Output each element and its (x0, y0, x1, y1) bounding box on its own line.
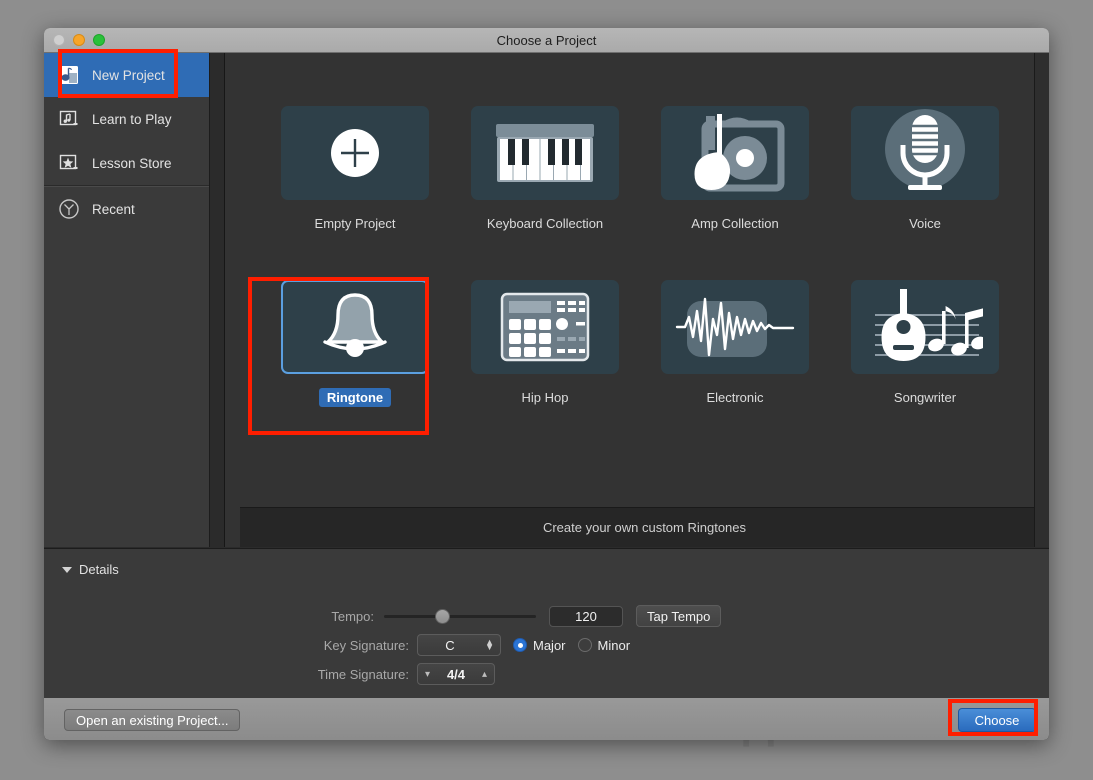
screenshot-root: appleinsider Choose a Project (0, 0, 1093, 780)
tempo-label: Tempo: (331, 608, 374, 624)
tile-thumb[interactable] (471, 280, 619, 374)
window-title: Choose a Project (496, 32, 597, 48)
tile-label: Songwriter (893, 390, 957, 405)
key-signature-row: Key Signature: C ▲ ▼ Major Minor (284, 634, 630, 656)
window-titlebar: Choose a Project (44, 28, 1049, 53)
chevron-updown-icon: ▲▼ (485, 637, 494, 652)
tile-thumb[interactable] (661, 106, 809, 200)
major-label: Major (533, 637, 566, 653)
minor-radio[interactable]: Minor (577, 637, 631, 653)
sidebar-item-learn-to-play[interactable]: Learn to Play (44, 97, 209, 141)
scrollbar-track[interactable] (1035, 53, 1049, 547)
tempo-slider[interactable] (384, 608, 536, 624)
sidebar-item-label: Recent (92, 201, 135, 217)
tile-label: Hip Hop (521, 390, 569, 405)
main-left-gutter (210, 53, 225, 547)
project-tile-grid: Empty Project Keyboard Collection Amp Co… (260, 106, 1020, 407)
chevron-down-icon[interactable]: ▾ (425, 669, 430, 680)
bell-icon (323, 293, 387, 357)
project-tile-empty-project[interactable]: Empty Project (260, 106, 450, 233)
chevron-up-icon[interactable]: ▴ (482, 669, 487, 680)
piano-keys-icon (496, 124, 594, 182)
tile-thumb[interactable] (281, 280, 429, 374)
lesson-store-icon (58, 152, 80, 174)
details-panel: Details Tempo: 120 Tap Tempo Key Signatu… (44, 548, 1049, 726)
choose-button[interactable]: Choose (958, 708, 1036, 732)
tile-label: Amp Collection (691, 216, 779, 231)
new-project-icon (58, 64, 80, 86)
major-radio[interactable]: Major (513, 638, 566, 653)
tile-label: Empty Project (314, 216, 396, 231)
plus-circle-icon (331, 129, 379, 177)
key-signature-select[interactable]: C ▲ ▼ (417, 634, 501, 656)
tile-thumb[interactable] (851, 280, 999, 374)
details-disclosure[interactable]: Details (62, 562, 119, 577)
minor-label: Minor (597, 637, 631, 653)
drum-machine-icon (500, 292, 590, 362)
details-header-label: Details (79, 562, 119, 577)
window-body: New Project Learn to Play Lesson Store R… (44, 53, 1049, 740)
choose-project-window: Choose a Project New Project Learn to Pl… (44, 28, 1049, 740)
tile-thumb[interactable] (851, 106, 999, 200)
key-signature-value: C (445, 637, 455, 653)
time-signature-stepper[interactable]: ▾ 4/4 ▴ (417, 663, 495, 685)
microphone-icon (885, 109, 965, 190)
triangle-down-icon (62, 566, 72, 573)
radio-indicator (577, 638, 592, 652)
sidebar-item-recent[interactable]: Recent (44, 187, 209, 231)
clock-icon (58, 198, 80, 220)
project-description-text: Create your own custom Ringtones (542, 520, 747, 535)
window-bottom-bar: Open an existing Project... Choose (44, 697, 1049, 740)
tile-label: Voice (909, 216, 941, 231)
project-tile-keyboard-collection[interactable]: Keyboard Collection (450, 106, 640, 233)
project-tile-amp-collection[interactable]: Amp Collection (640, 106, 830, 233)
sidebar-item-lesson-store[interactable]: Lesson Store (44, 141, 209, 185)
tile-row-1: Empty Project Keyboard Collection Amp Co… (260, 106, 1020, 233)
tempo-slider-track (384, 614, 536, 618)
sidebar: New Project Learn to Play Lesson Store R… (44, 53, 210, 547)
project-chooser-main: Empty Project Keyboard Collection Amp Co… (210, 53, 1049, 547)
time-signature-value: 4/4 (446, 666, 466, 682)
sidebar-item-new-project[interactable]: New Project (44, 53, 209, 97)
project-tile-ringtone[interactable]: Ringtone (260, 280, 450, 407)
sidebar-item-label: New Project (92, 67, 165, 83)
sidebar-item-label: Learn to Play (92, 111, 172, 127)
tempo-row: Tempo: 120 Tap Tempo (284, 605, 722, 627)
project-tile-songwriter[interactable]: Songwriter (830, 280, 1020, 407)
tile-label: Ringtone (318, 388, 392, 407)
tile-thumb[interactable] (281, 106, 429, 200)
guitar-amp-icon (694, 114, 785, 192)
project-tile-electronic[interactable]: Electronic (640, 280, 830, 407)
tile-thumb[interactable] (471, 106, 619, 200)
time-signature-label: Time Signature: (317, 666, 409, 682)
guitar-notes-icon (875, 289, 983, 361)
tile-thumb[interactable] (661, 280, 809, 374)
tile-label: Electronic (706, 390, 764, 405)
waveform-icon (675, 297, 795, 357)
project-tile-hip-hop[interactable]: Hip Hop (450, 280, 640, 407)
sidebar-item-label: Lesson Store (92, 155, 172, 171)
learn-to-play-icon (58, 108, 80, 130)
project-tile-voice[interactable]: Voice (830, 106, 1020, 233)
open-existing-project-button[interactable]: Open an existing Project... (64, 709, 241, 731)
tempo-value-field[interactable]: 120 (549, 605, 623, 627)
key-signature-label: Key Signature: (323, 637, 409, 653)
tempo-slider-knob[interactable] (435, 608, 450, 624)
tile-label: Keyboard Collection (486, 216, 604, 231)
project-description-bar: Create your own custom Ringtones (240, 507, 1049, 547)
time-signature-row: Time Signature: ▾ 4/4 ▴ (284, 663, 495, 685)
radio-indicator (513, 638, 527, 652)
tile-row-2: Ringtone Hip Hop Electronic Songwriter (260, 280, 1020, 407)
tile-area: Empty Project Keyboard Collection Amp Co… (225, 53, 1049, 547)
tap-tempo-button[interactable]: Tap Tempo (636, 605, 722, 627)
